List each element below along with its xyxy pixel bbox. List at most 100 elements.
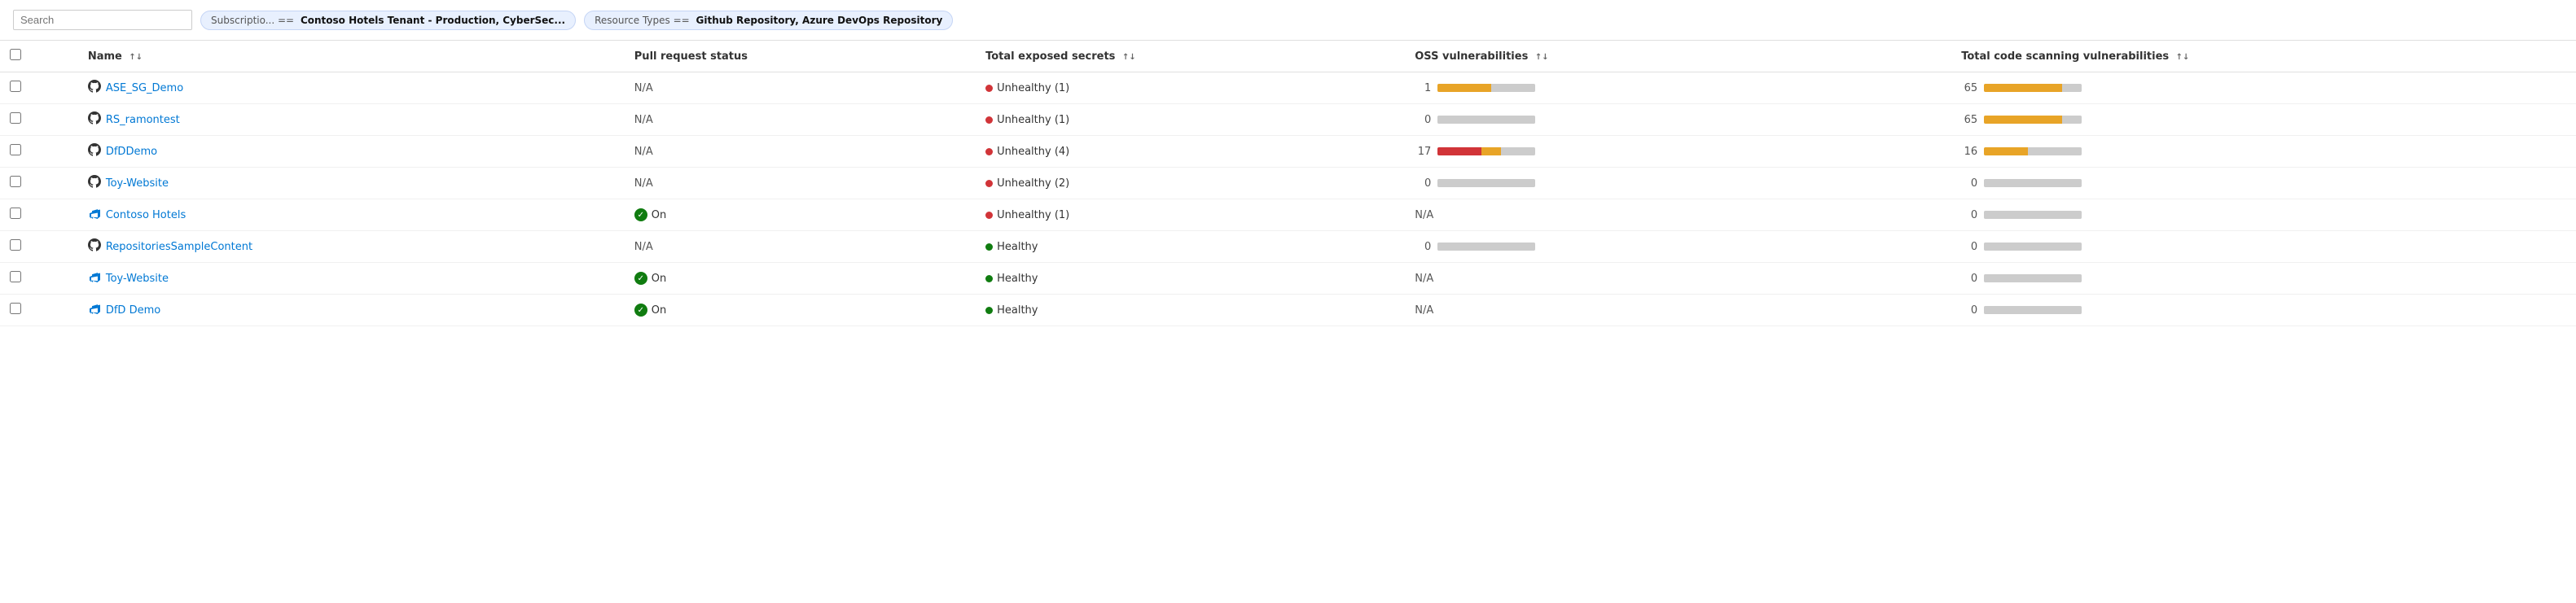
row-checkbox-cell xyxy=(0,295,78,326)
search-input[interactable] xyxy=(20,14,185,26)
row-secrets-cell: Healthy xyxy=(976,231,1405,263)
filter-key-resource-types: Resource Types == xyxy=(595,15,692,26)
bar-wrapper xyxy=(1984,211,2082,219)
row-oss-cell: N/A xyxy=(1405,199,1951,231)
codescan-cell: 16 xyxy=(1961,146,2566,158)
row-oss-cell: 0 xyxy=(1405,168,1951,199)
row-secrets-cell: Unhealthy (1) xyxy=(976,72,1405,104)
table-row: ASE_SG_Demo N/A Unhealthy (1) 1 65 xyxy=(0,72,2576,104)
pr-status-na: N/A xyxy=(634,114,653,126)
status-dot xyxy=(985,212,993,219)
row-checkbox[interactable] xyxy=(10,81,21,92)
row-secrets-cell: Healthy xyxy=(976,295,1405,326)
codescan-cell: 0 xyxy=(1961,241,2566,253)
repo-name-link[interactable]: DfDDemo xyxy=(88,143,615,159)
row-checkbox[interactable] xyxy=(10,112,21,124)
repo-name-link[interactable]: Toy-Website xyxy=(88,175,615,191)
secret-label: Unhealthy (2) xyxy=(997,177,1069,190)
secret-label: Unhealthy (4) xyxy=(997,146,1069,158)
pr-status-na: N/A xyxy=(634,82,653,94)
row-codescan-cell: 0 xyxy=(1951,231,2576,263)
row-secrets-cell: Unhealthy (2) xyxy=(976,168,1405,199)
filter-pill-subscription[interactable]: Subscriptio... == Contoso Hotels Tenant … xyxy=(200,11,576,30)
repo-type-icon xyxy=(88,302,101,318)
repo-name-link[interactable]: RepositoriesSampleContent xyxy=(88,238,615,255)
sort-icon-name[interactable]: ↑↓ xyxy=(129,53,143,62)
table-row: DfDDemo N/A Unhealthy (4) 17 16 xyxy=(0,136,2576,168)
row-checkbox[interactable] xyxy=(10,239,21,251)
bar-segment xyxy=(1984,84,2062,92)
pr-on-label: On xyxy=(652,304,666,317)
bar-bg xyxy=(1501,147,1535,155)
bar-bg xyxy=(2062,116,2082,124)
codescan-cell: 0 xyxy=(1961,177,2566,190)
oss-cell: 0 xyxy=(1415,177,1942,190)
codescan-cell: 0 xyxy=(1961,209,2566,221)
row-pr-cell: N/A xyxy=(625,104,976,136)
row-checkbox[interactable] xyxy=(10,303,21,314)
row-checkbox-cell xyxy=(0,104,78,136)
row-pr-cell: ✓On xyxy=(625,199,976,231)
bar-segment xyxy=(1984,179,2023,187)
bar-wrapper xyxy=(1437,179,1535,187)
sort-icon-codescan[interactable]: ↑↓ xyxy=(2176,53,2190,62)
bar-wrapper xyxy=(1437,147,1535,155)
header-name[interactable]: Name ↑↓ xyxy=(78,41,625,72)
status-dot xyxy=(985,243,993,251)
pr-status-on: ✓On xyxy=(634,208,966,221)
header-pr-status: Pull request status xyxy=(625,41,976,72)
table-row: Contoso Hotels ✓On Unhealthy (1) N/A 0 xyxy=(0,199,2576,231)
bar-segment xyxy=(1984,211,2023,219)
filter-pill-resource-types[interactable]: Resource Types == Github Repository, Azu… xyxy=(584,11,953,30)
repo-name-link[interactable]: ASE_SG_Demo xyxy=(88,80,615,96)
pr-status-on: ✓On xyxy=(634,272,966,285)
sort-icon-oss[interactable]: ↑↓ xyxy=(1535,53,1549,62)
row-checkbox[interactable] xyxy=(10,144,21,155)
repo-name-label: Toy-Website xyxy=(106,273,169,285)
row-pr-cell: N/A xyxy=(625,231,976,263)
pr-status-on: ✓On xyxy=(634,304,966,317)
search-box[interactable] xyxy=(13,10,192,30)
row-checkbox[interactable] xyxy=(10,176,21,187)
repo-type-icon xyxy=(88,111,101,128)
row-checkbox[interactable] xyxy=(10,271,21,282)
header-codescan[interactable]: Total code scanning vulnerabilities ↑↓ xyxy=(1951,41,2576,72)
repo-name-link[interactable]: Toy-Website xyxy=(88,270,615,286)
row-oss-cell: 0 xyxy=(1405,231,1951,263)
repo-type-icon xyxy=(88,175,101,191)
check-circle-icon: ✓ xyxy=(634,208,647,221)
row-secrets-cell: Unhealthy (4) xyxy=(976,136,1405,168)
row-checkbox[interactable] xyxy=(10,208,21,219)
codescan-cell: 65 xyxy=(1961,114,2566,126)
repo-name-link[interactable]: DfD Demo xyxy=(88,302,615,318)
bar-segment xyxy=(1437,147,1481,155)
repo-type-icon xyxy=(88,80,101,96)
repositories-table: Name ↑↓ Pull request status Total expose… xyxy=(0,41,2576,326)
secret-status: Healthy xyxy=(985,304,1395,317)
row-name-cell: Toy-Website xyxy=(78,168,625,199)
status-dot xyxy=(985,116,993,124)
row-checkbox-cell xyxy=(0,168,78,199)
header-secrets[interactable]: Total exposed secrets ↑↓ xyxy=(976,41,1405,72)
repo-name-link[interactable]: RS_ramontest xyxy=(88,111,615,128)
bar-bg xyxy=(1477,116,1535,124)
table-row: RepositoriesSampleContent N/A Healthy 0 … xyxy=(0,231,2576,263)
repo-name-label: DfDDemo xyxy=(106,146,157,158)
codescan-cell: 65 xyxy=(1961,82,2566,94)
codescan-cell: 0 xyxy=(1961,304,2566,317)
bar-segment xyxy=(1984,116,2062,124)
repo-name-link[interactable]: Contoso Hotels xyxy=(88,207,615,223)
secret-status: Unhealthy (1) xyxy=(985,209,1395,221)
row-codescan-cell: 0 xyxy=(1951,263,2576,295)
row-codescan-cell: 0 xyxy=(1951,199,2576,231)
sort-icon-secrets[interactable]: ↑↓ xyxy=(1122,53,1136,62)
codescan-number: 0 xyxy=(1961,177,1977,190)
codescan-cell: 0 xyxy=(1961,273,2566,285)
repo-type-icon xyxy=(88,143,101,159)
table-row: DfD Demo ✓On Healthy N/A 0 xyxy=(0,295,2576,326)
header-oss[interactable]: OSS vulnerabilities ↑↓ xyxy=(1405,41,1951,72)
toolbar: Subscriptio... == Contoso Hotels Tenant … xyxy=(0,0,2576,41)
select-all-checkbox[interactable] xyxy=(10,49,21,60)
oss-na: N/A xyxy=(1415,209,1433,221)
table-container: Name ↑↓ Pull request status Total expose… xyxy=(0,41,2576,326)
